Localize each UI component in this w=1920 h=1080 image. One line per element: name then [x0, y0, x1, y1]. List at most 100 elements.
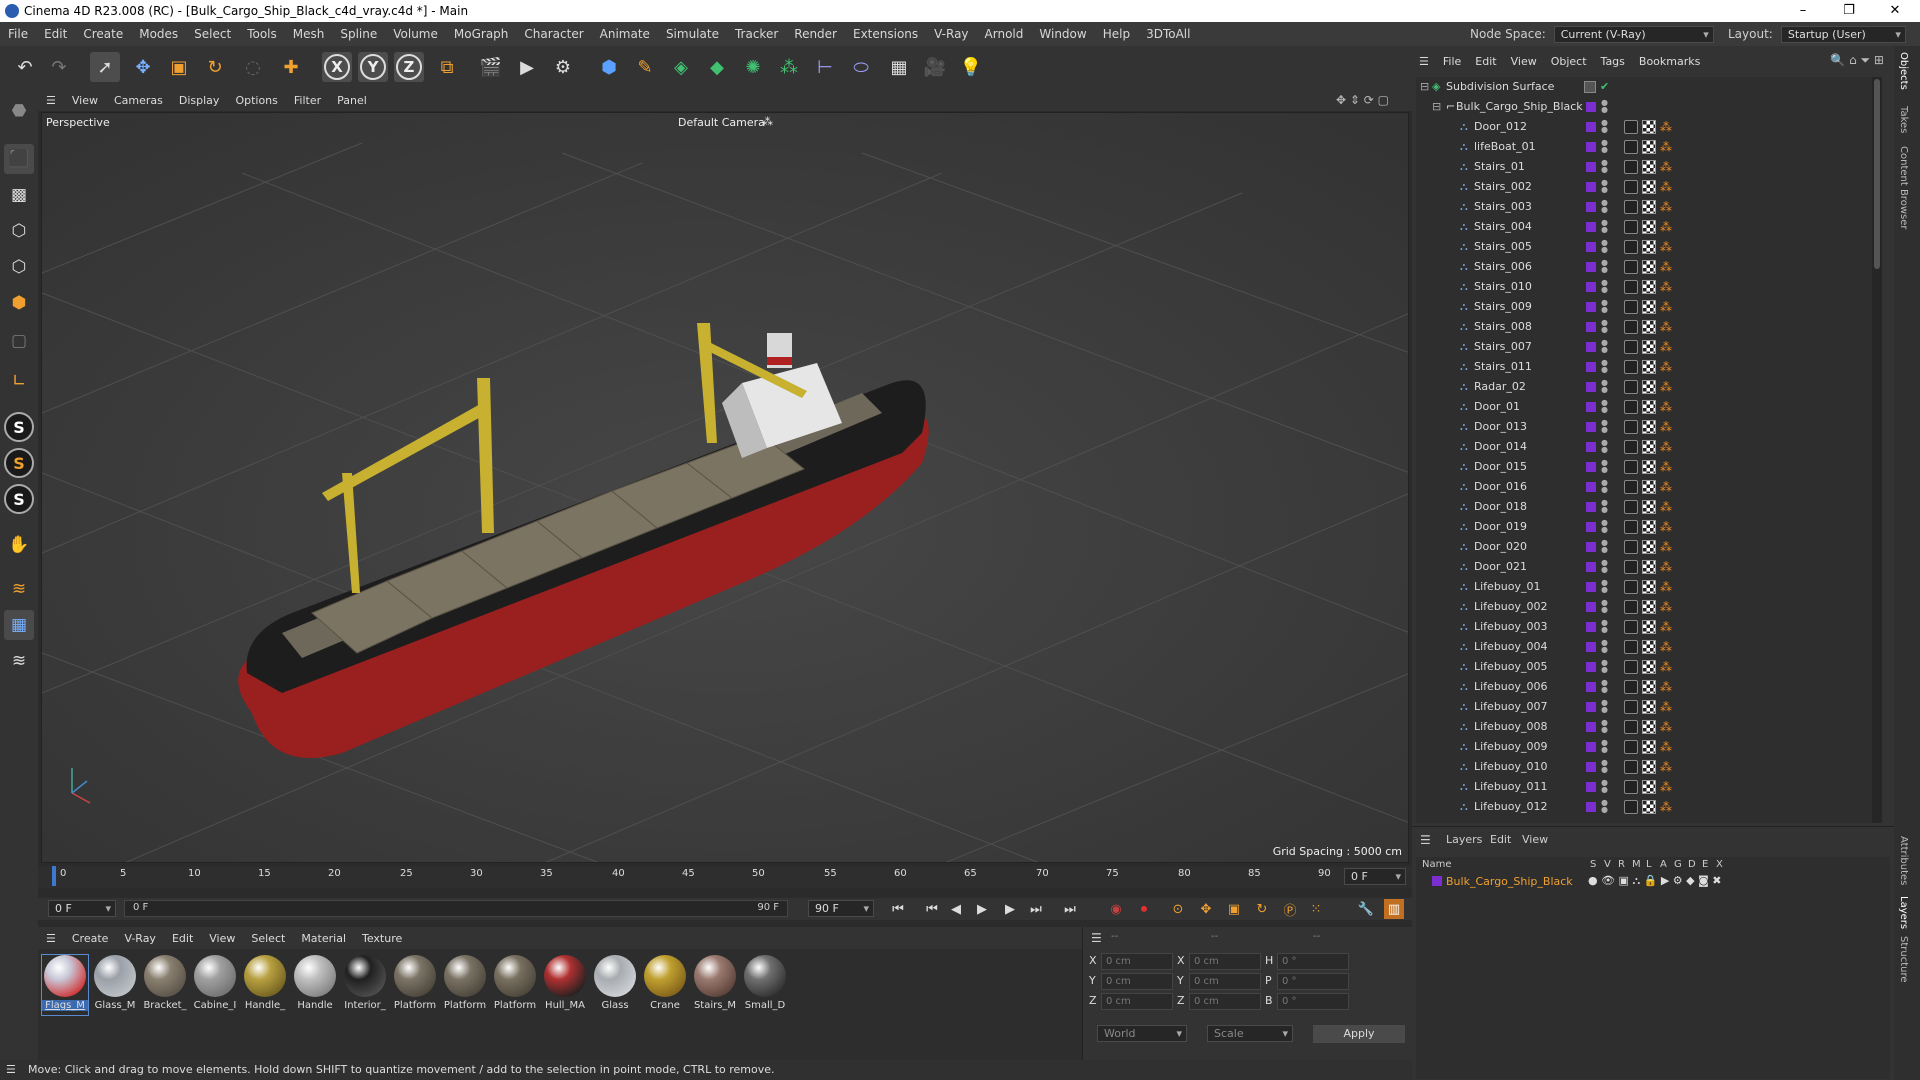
material-preview-sphere[interactable] — [394, 955, 436, 997]
material-tag-icon[interactable] — [1624, 340, 1638, 354]
edges-mode-icon[interactable]: ⬡ — [4, 252, 34, 282]
layer-color-icon[interactable] — [1586, 742, 1596, 752]
material-menu-vray[interactable]: V-Ray — [116, 932, 164, 945]
layer-color-icon[interactable] — [1586, 142, 1596, 152]
uv-tag-icon[interactable] — [1642, 700, 1656, 714]
layers-menu-edit[interactable]: Edit — [1490, 833, 1511, 846]
tree-row[interactable]: ⛬ Stairs_004 ● ● ⁂ — [1416, 217, 1882, 237]
coord-size-field[interactable]: 0 cm — [1189, 993, 1261, 1010]
uv-tag-icon[interactable] — [1642, 480, 1656, 494]
uv-tag-icon[interactable] — [1642, 640, 1656, 654]
cloner-icon[interactable]: ✺ — [738, 52, 768, 82]
layer-name[interactable]: Bulk_Cargo_Ship_Black — [1446, 875, 1573, 888]
uv-mode-icon[interactable]: ▢ — [4, 326, 34, 356]
material-swatch[interactable]: Platform — [442, 955, 488, 1015]
previous-frame-icon[interactable]: ◀ — [946, 899, 966, 919]
material-tag-icon[interactable] — [1624, 400, 1638, 414]
phong-tag-icon[interactable]: ⁂ — [1660, 580, 1674, 594]
tree-row[interactable]: ⛬ Stairs_007 ● ● ⁂ — [1416, 337, 1882, 357]
visibility-dots-icon[interactable]: ● ● — [1601, 339, 1608, 355]
visibility-dots-icon[interactable]: ● ● — [1601, 699, 1608, 715]
tree-row[interactable]: ⛬ Lifebuoy_008 ● ● ⁂ — [1416, 717, 1882, 737]
tree-row[interactable]: ⛬ Lifebuoy_012 ● ● ⁂ — [1416, 797, 1882, 817]
menu-mesh[interactable]: Mesh — [285, 27, 333, 41]
tree-row[interactable]: ⛬ Door_013 ● ● ⁂ — [1416, 417, 1882, 437]
object-menu-tags[interactable]: Tags — [1594, 55, 1632, 68]
phong-tag-icon[interactable]: ⁂ — [1660, 620, 1674, 634]
material-tag-icon[interactable] — [1624, 280, 1638, 294]
menu-animate[interactable]: Animate — [592, 27, 658, 41]
viewport-menu-cameras[interactable]: Cameras — [106, 94, 171, 107]
phong-tag-icon[interactable]: ⁂ — [1660, 120, 1674, 134]
menu-tools[interactable]: Tools — [239, 27, 285, 41]
material-swatch[interactable]: Small_D — [742, 955, 788, 1015]
status-menu-icon[interactable]: ☰ — [6, 1060, 16, 1080]
material-tag-icon[interactable] — [1624, 680, 1638, 694]
uv-tag-icon[interactable] — [1642, 140, 1656, 154]
visibility-dots-icon[interactable]: ● ● — [1601, 359, 1608, 375]
viewport-menu-options[interactable]: Options — [227, 94, 285, 107]
3d-viewport[interactable]: Perspective Default Camera ⁂ Grid Spacin… — [41, 112, 1409, 863]
material-menu-material[interactable]: Material — [293, 932, 354, 945]
tree-row[interactable]: ⛬ Lifebuoy_010 ● ● ⁂ — [1416, 757, 1882, 777]
visibility-dots-icon[interactable]: ● ● — [1601, 639, 1608, 655]
tree-row[interactable]: ⛬ Stairs_002 ● ● ⁂ — [1416, 177, 1882, 197]
layer-color-icon[interactable] — [1586, 282, 1596, 292]
x-axis-lock-icon[interactable]: X — [322, 52, 352, 82]
uv-tag-icon[interactable] — [1642, 120, 1656, 134]
undo-icon[interactable]: ↶ — [10, 52, 40, 82]
phong-tag-icon[interactable]: ⁂ — [1660, 160, 1674, 174]
cube-primitive-icon[interactable]: ⬢ — [594, 52, 624, 82]
layer-color-icon[interactable] — [1586, 342, 1596, 352]
visibility-dots-icon[interactable]: ● ● — [1601, 239, 1608, 255]
viewport-menu-view[interactable]: View — [64, 94, 106, 107]
object-menu-object[interactable]: Object — [1544, 55, 1594, 68]
material-tag-icon[interactable] — [1624, 460, 1638, 474]
material-preview-sphere[interactable] — [44, 955, 86, 997]
material-tag-icon[interactable] — [1624, 220, 1638, 234]
visibility-dots-icon[interactable]: ● ● — [1601, 299, 1608, 315]
coord-size-field[interactable]: 0 cm — [1189, 953, 1261, 970]
points-mode-icon[interactable]: ⬡ — [4, 216, 34, 246]
uv-tag-icon[interactable] — [1642, 220, 1656, 234]
model-mode-icon[interactable]: ⬛ — [4, 144, 34, 174]
visibility-dots-icon[interactable]: ● ● — [1601, 279, 1608, 295]
material-swatch[interactable]: Interior_ — [342, 955, 388, 1015]
viewport-menu-filter[interactable]: Filter — [286, 94, 329, 107]
mograph-icon[interactable]: ⁂ — [774, 52, 804, 82]
render-view-icon[interactable]: 🎬 — [476, 52, 506, 82]
phong-tag-icon[interactable]: ⁂ — [1660, 540, 1674, 554]
collapse-icon[interactable]: ⊟ — [1432, 97, 1441, 117]
key-rotation-icon[interactable]: ↻ — [1252, 899, 1272, 919]
texture-mode-icon[interactable]: ▩ — [4, 180, 34, 210]
material-tag-icon[interactable] — [1624, 540, 1638, 554]
menu-arnold[interactable]: Arnold — [977, 27, 1032, 41]
snap-icon[interactable]: S — [4, 412, 34, 442]
uv-tag-icon[interactable] — [1642, 440, 1656, 454]
layer-color-icon[interactable] — [1586, 502, 1596, 512]
material-preview-sphere[interactable] — [294, 955, 336, 997]
snap-settings-icon[interactable]: S — [4, 448, 34, 478]
uv-tag-icon[interactable] — [1642, 460, 1656, 474]
key-parameter-icon[interactable]: Ⓟ — [1280, 899, 1300, 919]
frame-range-slider[interactable]: 0 F 90 F — [124, 900, 788, 917]
object-hamburger-icon[interactable]: ☰ — [1412, 55, 1436, 68]
material-preview-sphere[interactable] — [194, 955, 236, 997]
layer-color-icon[interactable] — [1586, 702, 1596, 712]
tree-row[interactable]: ⛬ Stairs_003 ● ● ⁂ — [1416, 197, 1882, 217]
layer-color-icon[interactable] — [1586, 482, 1596, 492]
coord-position-field[interactable]: 0 cm — [1101, 953, 1173, 970]
phong-tag-icon[interactable]: ⁂ — [1660, 800, 1674, 814]
coord-mode-select[interactable]: Scale — [1207, 1025, 1293, 1042]
tab-objects[interactable]: Objects — [1898, 52, 1909, 90]
material-swatch[interactable]: Handle_ — [242, 955, 288, 1015]
camera-link-icon[interactable]: ⁂ — [762, 115, 773, 128]
motion-path-icon[interactable]: 🔧 — [1356, 899, 1376, 919]
play-icon[interactable]: ▶ — [972, 899, 992, 919]
uv-tag-icon[interactable] — [1642, 340, 1656, 354]
key-scale-icon[interactable]: ▣ — [1224, 899, 1244, 919]
layer-color-icon[interactable] — [1586, 162, 1596, 172]
viewport-menu-panel[interactable]: Panel — [329, 94, 375, 107]
material-tag-icon[interactable] — [1624, 580, 1638, 594]
rotate-tool-icon[interactable]: ↻ — [200, 52, 230, 82]
